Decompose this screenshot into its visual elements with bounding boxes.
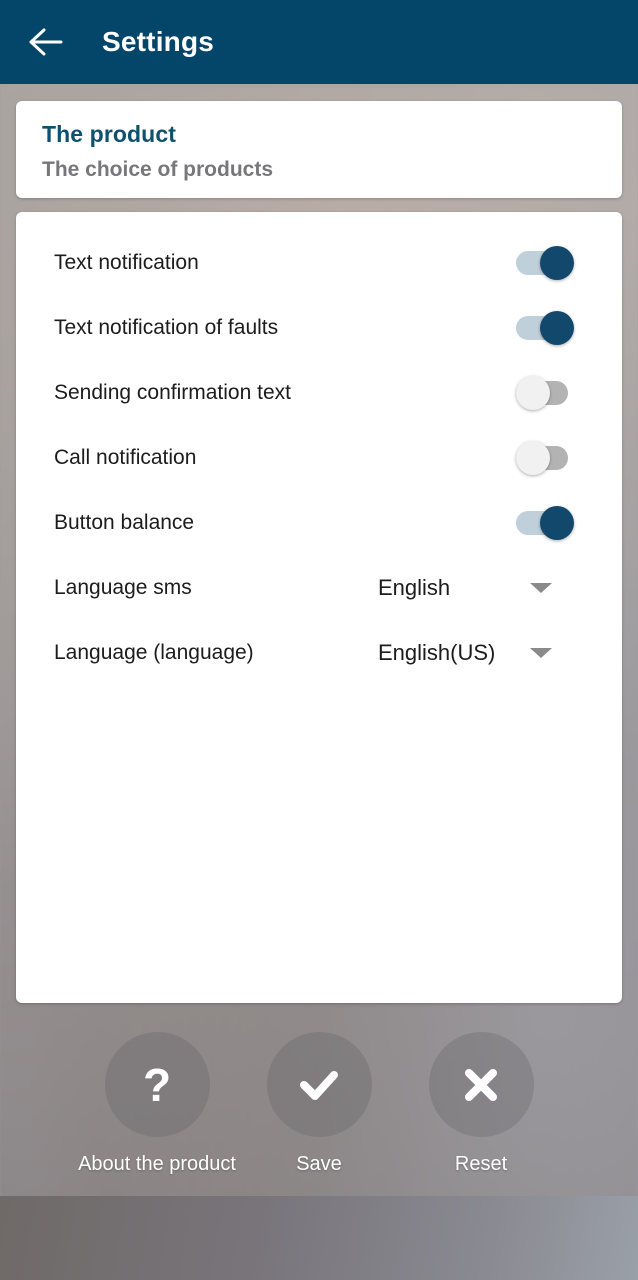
- save-button-label: Save: [296, 1153, 342, 1175]
- navigation-bar-band: [0, 1196, 638, 1280]
- setting-label: Text notification of faults: [54, 315, 279, 339]
- setting-label: Language sms: [54, 575, 192, 599]
- setting-row-sending-confirmation-text[interactable]: Sending confirmation text: [16, 360, 622, 425]
- toggle-thumb: [516, 440, 550, 475]
- settings-card: Text notification Text notification of f…: [16, 212, 622, 1003]
- toggle-thumb: [540, 310, 574, 345]
- setting-label: Text notification: [54, 250, 199, 274]
- product-card-subtitle: The choice of products: [42, 158, 274, 181]
- reset-button[interactable]: Reset: [428, 1032, 534, 1176]
- toggle-thumb: [540, 505, 574, 540]
- about-button-circle[interactable]: ?: [104, 1032, 210, 1137]
- setting-row-language-sms[interactable]: Language sms English: [16, 555, 622, 620]
- toggle-sending-confirmation-text[interactable]: [516, 375, 574, 410]
- save-button-circle[interactable]: [266, 1032, 372, 1137]
- about-the-product-button[interactable]: ? About the product: [78, 1032, 236, 1176]
- check-icon: [294, 1063, 344, 1107]
- setting-label: Button balance: [54, 510, 195, 534]
- chevron-down-icon[interactable]: [530, 582, 552, 593]
- spinner-value-language[interactable]: English(US): [378, 640, 495, 666]
- back-button[interactable]: [14, 10, 78, 74]
- setting-label: Call notification: [54, 445, 197, 469]
- product-card[interactable]: The product The choice of products: [16, 101, 622, 198]
- chevron-down-icon[interactable]: [530, 647, 552, 658]
- close-icon: [458, 1062, 504, 1108]
- setting-label: Sending confirmation text: [54, 380, 291, 404]
- page-title: Settings: [102, 26, 215, 57]
- app-bar: Settings: [0, 0, 638, 84]
- toggle-text-notification-faults[interactable]: [516, 310, 574, 345]
- toggle-thumb: [516, 375, 550, 410]
- save-button[interactable]: Save: [266, 1032, 372, 1176]
- toggle-button-balance[interactable]: [516, 505, 574, 540]
- setting-label: Language (language): [54, 640, 254, 664]
- setting-row-language[interactable]: Language (language) English(US): [16, 620, 622, 685]
- setting-row-button-balance[interactable]: Button balance: [16, 490, 622, 555]
- setting-row-text-notification-faults[interactable]: Text notification of faults: [16, 295, 622, 360]
- question-mark-icon: ?: [142, 1058, 172, 1111]
- about-button-label: About the product: [78, 1153, 236, 1175]
- spinner-value-language-sms[interactable]: English: [378, 575, 450, 601]
- reset-button-circle[interactable]: [428, 1032, 534, 1137]
- toggle-thumb: [540, 245, 574, 280]
- arrow-left-icon: [29, 27, 63, 57]
- toggle-call-notification[interactable]: [516, 440, 574, 475]
- action-bar: ? About the product Save Reset: [0, 1032, 638, 1176]
- toggle-text-notification[interactable]: [516, 245, 574, 280]
- reset-button-label: Reset: [454, 1153, 508, 1175]
- setting-row-call-notification[interactable]: Call notification: [16, 425, 622, 490]
- product-card-title: The product: [42, 121, 176, 147]
- setting-row-text-notification[interactable]: Text notification: [16, 230, 622, 295]
